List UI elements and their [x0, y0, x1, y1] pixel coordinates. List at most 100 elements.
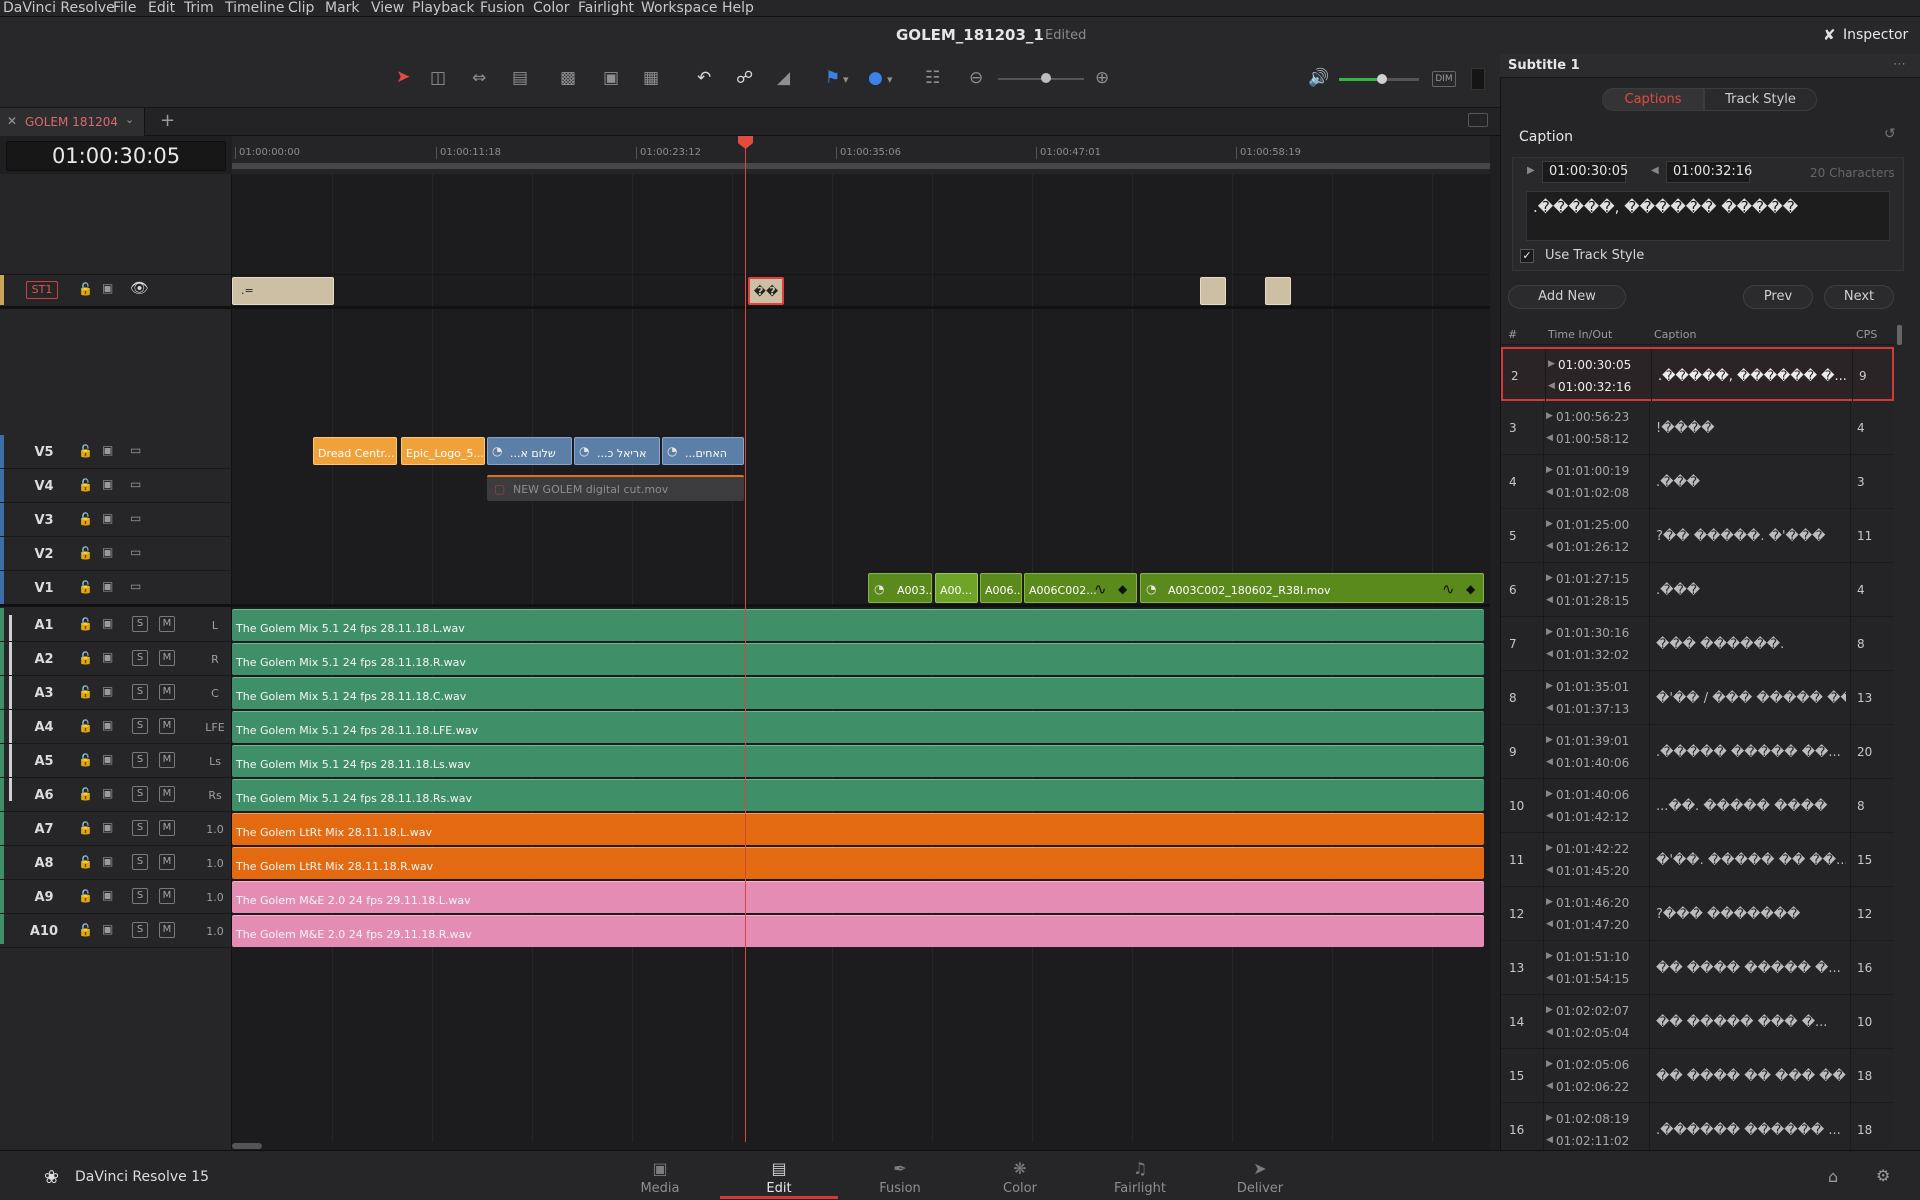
caption-list-row[interactable]: 11 01:01:42:22 01:01:45:20 ▶ ◀ �'��. ����� ��…: [1501, 833, 1894, 887]
chevron-down-icon[interactable]: ⌄: [125, 113, 134, 126]
caption-list-row[interactable]: 12 01:01:46:20 01:01:47:20 ▶ ◀ ?��� ������� 12: [1501, 887, 1894, 941]
menu-help[interactable]: Help: [722, 0, 754, 16]
playhead-line[interactable]: [745, 144, 746, 1142]
audio-clip[interactable]: The Golem M&E 2.0 24 fps 29.11.18.R.wav: [232, 915, 1484, 947]
auto-select-icon[interactable]: ▣: [102, 888, 113, 902]
zoom-out-icon[interactable]: ⊖: [969, 68, 983, 88]
position-lock-icon[interactable]: ◢: [777, 68, 790, 88]
solo-button[interactable]: S: [132, 650, 148, 666]
lock-icon[interactable]: 🔓: [78, 580, 93, 594]
linked-selection-icon[interactable]: ☍: [736, 68, 753, 88]
auto-select-icon[interactable]: ▣: [102, 684, 113, 698]
video-clip[interactable]: Epic_Logo_5...: [401, 437, 485, 465]
track-enable-icon[interactable]: ▭: [130, 477, 141, 491]
menu-workspace[interactable]: Workspace: [641, 0, 718, 16]
caption-list-row[interactable]: 10 01:01:40:06 01:01:42:12 ▶ ◀ ...��. ����� �…: [1501, 779, 1894, 833]
lock-icon[interactable]: 🔓: [78, 889, 93, 903]
auto-select-icon[interactable]: ▣: [102, 616, 113, 630]
menu-playback[interactable]: Playback: [412, 0, 474, 16]
home-icon[interactable]: ⌂: [1828, 1167, 1838, 1186]
zoom-in-icon[interactable]: ⊕: [1095, 68, 1109, 88]
audio-clip[interactable]: The Golem Mix 5.1 24 fps 28.11.18.L.wav: [232, 609, 1484, 641]
subtitle-track-name[interactable]: ST1: [26, 281, 58, 299]
subtitle-clip-selected[interactable]: ��: [748, 277, 784, 305]
track-enable-icon[interactable]: ▭: [130, 443, 141, 457]
menu-fairlight[interactable]: Fairlight: [578, 0, 634, 16]
auto-select-icon[interactable]: ▣: [102, 786, 113, 800]
reset-icon[interactable]: ↺: [1884, 126, 1896, 142]
add-new-caption-button[interactable]: Add New: [1508, 285, 1626, 309]
add-timeline-tab-icon[interactable]: +: [160, 110, 175, 131]
menu-edit[interactable]: Edit: [148, 0, 175, 16]
caption-text-input[interactable]: .�����, ������ �����: [1526, 191, 1890, 241]
caption-list-row[interactable]: 5 01:01:25:00 01:01:26:12 ▶ ◀ ?�� �����. �'��…: [1501, 509, 1894, 563]
menu-timeline[interactable]: Timeline: [225, 0, 285, 16]
menu-view[interactable]: View: [371, 0, 404, 16]
solo-button[interactable]: S: [132, 616, 148, 632]
caption-list-row[interactable]: 13 01:01:51:10 01:01:54:15 ▶ ◀ �� ���� ����� …: [1501, 941, 1894, 995]
solo-button[interactable]: S: [132, 922, 148, 938]
auto-select-icon[interactable]: ▣: [102, 511, 113, 525]
tab-track-style[interactable]: Track Style: [1704, 88, 1817, 111]
zoom-slider-handle[interactable]: [1041, 73, 1051, 83]
subtitle-clip[interactable]: [1200, 277, 1226, 305]
auto-select-icon[interactable]: ▣: [102, 854, 113, 868]
lock-icon[interactable]: 🔓: [78, 617, 93, 631]
gear-icon[interactable]: ⚙: [1876, 1166, 1890, 1185]
mute-button[interactable]: M: [159, 854, 175, 870]
track-enable-icon[interactable]: ▭: [130, 579, 141, 593]
auto-select-icon[interactable]: ▣: [102, 820, 113, 834]
auto-select-icon[interactable]: ▣: [102, 281, 113, 295]
mute-button[interactable]: M: [159, 718, 175, 734]
track-enable-icon[interactable]: ▭: [130, 545, 141, 559]
auto-select-icon[interactable]: ▣: [102, 443, 113, 457]
time-in-field[interactable]: 01:00:30:05: [1542, 161, 1628, 183]
caption-list-row[interactable]: 16 01:02:08:19 01:02:11:02 ▶ ◀ .������ ������…: [1501, 1103, 1894, 1157]
page-edit[interactable]: ▤ Edit: [731, 1160, 827, 1196]
page-media[interactable]: ▣ Media: [612, 1160, 708, 1196]
lock-icon[interactable]: 🔓: [78, 821, 93, 835]
inspector-icon[interactable]: ✘: [1823, 26, 1836, 44]
video-clip-disabled[interactable]: NEW GOLEM digital cut.mov: [487, 475, 744, 501]
lock-icon[interactable]: 🔓: [78, 651, 93, 665]
solo-button[interactable]: S: [132, 888, 148, 904]
caption-list-row[interactable]: 14 01:02:02:07 01:02:05:04 ▶ ◀ �� ����� ��� �…: [1501, 995, 1894, 1049]
solo-button[interactable]: S: [132, 752, 148, 768]
page-fusion[interactable]: ✒ Fusion: [852, 1160, 948, 1196]
use-track-style-checkbox[interactable]: ✓: [1520, 249, 1534, 263]
solo-button[interactable]: S: [132, 718, 148, 734]
next-caption-button[interactable]: Next: [1824, 285, 1894, 309]
volume-slider-handle[interactable]: [1377, 74, 1387, 84]
keyframe-curve-icon[interactable]: ∿: [1094, 580, 1107, 598]
caption-list-row[interactable]: 6 01:01:27:15 01:01:28:15 ▶ ◀ .��� 4: [1501, 563, 1894, 617]
more-options-icon[interactable]: ⋯: [1893, 57, 1906, 72]
timeline-scrub-bar[interactable]: [232, 163, 1490, 169]
menu-mark[interactable]: Mark: [325, 0, 360, 16]
subtitle-clip[interactable]: .=: [232, 277, 334, 305]
previous-caption-button[interactable]: Prev: [1743, 285, 1813, 309]
auto-select-icon[interactable]: ▣: [102, 752, 113, 766]
marker-dropdown-icon[interactable]: ▾: [887, 70, 893, 90]
lock-icon[interactable]: 🔓: [78, 512, 93, 526]
lock-icon[interactable]: 🔓: [78, 546, 93, 560]
replace-clip-icon[interactable]: ▦: [643, 68, 659, 88]
lock-icon[interactable]: 🔓: [78, 753, 93, 767]
mute-button[interactable]: M: [159, 616, 175, 632]
mute-button[interactable]: M: [159, 888, 175, 904]
menu-fusion[interactable]: Fusion: [480, 0, 525, 16]
list-scrollbar[interactable]: [1897, 325, 1902, 345]
mute-button[interactable]: M: [159, 650, 175, 666]
selection-tool-icon[interactable]: ➤: [396, 67, 410, 87]
audio-clip[interactable]: The Golem Mix 5.1 24 fps 28.11.18.Rs.wav: [232, 779, 1484, 811]
mute-button[interactable]: M: [159, 684, 175, 700]
audio-clip[interactable]: The Golem Mix 5.1 24 fps 28.11.18.LFE.wa…: [232, 711, 1484, 743]
horizontal-scrollbar[interactable]: [232, 1143, 262, 1149]
page-deliver[interactable]: ➤ Deliver: [1212, 1160, 1308, 1196]
auto-select-icon[interactable]: ▣: [102, 477, 113, 491]
mute-button[interactable]: M: [159, 752, 175, 768]
mute-button[interactable]: M: [159, 786, 175, 802]
menu-clip[interactable]: Clip: [288, 0, 314, 16]
lock-icon[interactable]: 🔓: [78, 282, 93, 296]
video-clip[interactable]: A00...: [935, 573, 978, 603]
audio-clip[interactable]: The Golem LtRt Mix 28.11.18.R.wav: [232, 847, 1484, 879]
